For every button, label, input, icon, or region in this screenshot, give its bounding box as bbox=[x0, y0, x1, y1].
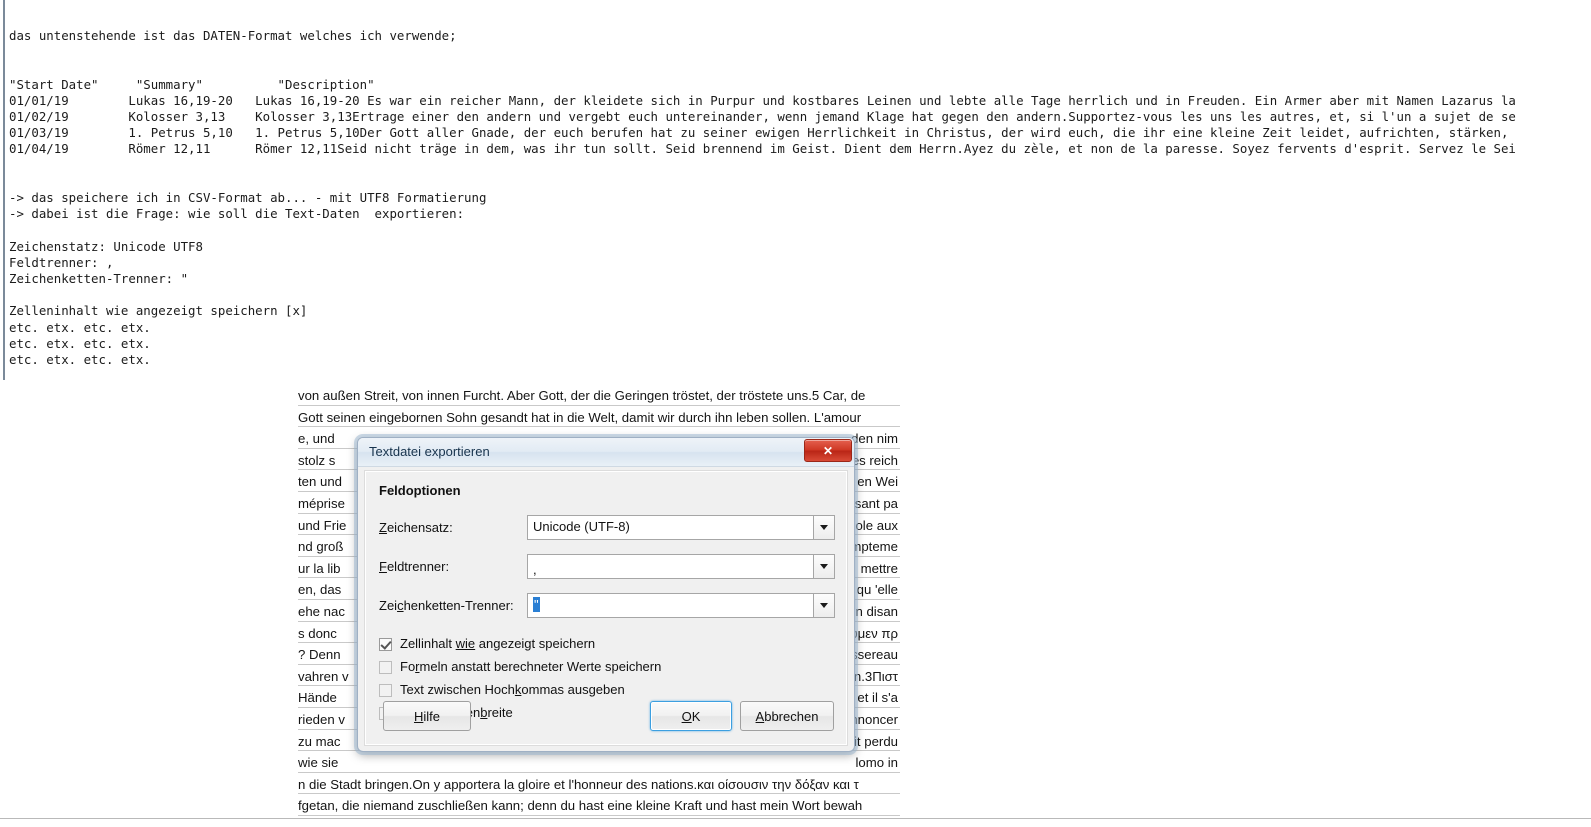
document-line-text-right: n disan bbox=[855, 601, 898, 621]
document-line-text-right: et il s'a bbox=[857, 688, 898, 707]
document-line-text-right: ole aux bbox=[855, 515, 898, 535]
field-combobox-value: Unicode (UTF-8) bbox=[533, 519, 630, 534]
document-line-text: s donc bbox=[298, 623, 337, 643]
post-left-margin-rule bbox=[3, 0, 5, 380]
document-line-text-right: ὑμεν πρ bbox=[850, 623, 898, 643]
document-line-text-right: nnoncer bbox=[850, 709, 898, 729]
document-line-text: Gott seinen eingebornen Sohn gesandt hat… bbox=[298, 407, 862, 427]
dialog-title: Textdatei exportieren bbox=[369, 444, 490, 459]
cancel-button-label: Abbrechen bbox=[755, 708, 819, 724]
document-line: wie sie lomo in bbox=[298, 751, 900, 773]
document-line-text-right: ssereau bbox=[851, 645, 898, 664]
dialog-body: Feldoptionen Zeichensatz: Unicode (UTF-8)… bbox=[364, 470, 848, 746]
chevron-down-icon[interactable] bbox=[813, 593, 835, 618]
field-row: Feldtrenner:, bbox=[379, 554, 835, 580]
close-icon[interactable]: ✕ bbox=[804, 439, 852, 462]
ok-button-label: OK bbox=[681, 708, 701, 724]
document-line-text: n die Stadt bringen.On y apportera la gl… bbox=[298, 774, 859, 794]
field-label: Zeichenketten-Trenner: bbox=[379, 598, 514, 613]
checkbox-label: Zellinhalt wie angezeigt speichern bbox=[400, 636, 596, 651]
field-combobox[interactable]: Unicode (UTF-8) bbox=[527, 515, 835, 540]
field-combobox-value: , bbox=[533, 562, 537, 577]
document-line-text: nd groß bbox=[298, 537, 344, 556]
field-combobox-value: " bbox=[533, 597, 540, 612]
chevron-down-icon[interactable] bbox=[813, 515, 835, 540]
document-line-text-right: qu 'elle bbox=[856, 580, 898, 599]
document-line-text: ur la lib bbox=[298, 558, 341, 578]
document-line-text-right: den nim bbox=[851, 429, 898, 448]
checkbox-unchecked-icon[interactable] bbox=[379, 661, 392, 674]
document-line-text-right: sant pa bbox=[854, 493, 898, 513]
ok-button[interactable]: OK bbox=[650, 701, 732, 731]
export-text-file-dialog[interactable]: Textdatei exportieren ✕ Feldoptionen Zei… bbox=[357, 437, 855, 752]
document-line-text: und Frie bbox=[298, 515, 347, 535]
checkbox-unchecked-icon[interactable] bbox=[379, 684, 392, 697]
document-line-text-right: en Wei bbox=[857, 472, 898, 491]
document-line-text-right: mettre bbox=[860, 558, 898, 578]
document-line-text: rieden v bbox=[298, 709, 345, 729]
document-line-text: fgetan, die niemand zuschließen kann; de… bbox=[298, 796, 863, 815]
chevron-down-icon[interactable] bbox=[813, 554, 835, 579]
document-line-text-right: lomo in bbox=[855, 753, 898, 772]
document-line: von außen Streit, von innen Furcht. Aber… bbox=[298, 384, 900, 406]
document-line-text: ten und bbox=[298, 472, 342, 491]
document-line-text: en, das bbox=[298, 580, 342, 599]
checkbox-checked-icon[interactable] bbox=[379, 638, 392, 651]
field-label: Feldtrenner: bbox=[379, 559, 450, 574]
document-line-text-right: n.3Πιστ bbox=[853, 666, 898, 686]
document-line-text: e, und bbox=[298, 429, 335, 448]
checkbox-label: Formeln anstatt berechneter Werte speich… bbox=[400, 659, 662, 674]
document-line-text: ehe nac bbox=[298, 601, 345, 621]
bottom-divider bbox=[0, 818, 1591, 819]
document-line: n die Stadt bringen.On y apportera la gl… bbox=[298, 773, 900, 795]
document-line-text: Hände bbox=[298, 688, 337, 707]
document-line-text: vahren v bbox=[298, 666, 349, 686]
post-body-text: das untenstehende ist das DATEN-Format w… bbox=[9, 28, 1516, 368]
document-line-text: zu mac bbox=[298, 731, 341, 751]
document-line: Gott seinen eingebornen Sohn gesandt hat… bbox=[298, 406, 900, 428]
help-button-label: Hilfe bbox=[413, 708, 440, 724]
document-line-text-right: mpteme bbox=[850, 537, 898, 556]
checkbox-label: Text zwischen Hochkommas ausgeben bbox=[400, 682, 625, 697]
field-combobox[interactable]: " bbox=[527, 593, 835, 618]
field-row: Zeichensatz: Unicode (UTF-8) bbox=[379, 515, 835, 541]
field-options-group-label: Feldoptionen bbox=[379, 483, 461, 498]
document-line-text: wie sie bbox=[298, 753, 339, 772]
document-line-text: stolz s bbox=[298, 450, 336, 470]
document-line: fgetan, die niemand zuschließen kann; de… bbox=[298, 794, 900, 816]
field-row: Zeichenketten-Trenner: " bbox=[379, 593, 835, 619]
document-line-text-right: es reich bbox=[851, 450, 898, 470]
document-line-text: ? Denn bbox=[298, 645, 341, 664]
cancel-button[interactable]: Abbrechen bbox=[740, 701, 834, 731]
document-line-text: von außen Streit, von innen Furcht. Aber… bbox=[298, 386, 866, 405]
field-label: Zeichensatz: bbox=[379, 520, 453, 535]
document-line-text: méprise bbox=[298, 493, 345, 513]
field-combobox[interactable]: , bbox=[527, 554, 835, 579]
help-button[interactable]: Hilfe bbox=[383, 701, 471, 731]
dialog-titlebar[interactable]: Textdatei exportieren ✕ bbox=[358, 438, 854, 467]
